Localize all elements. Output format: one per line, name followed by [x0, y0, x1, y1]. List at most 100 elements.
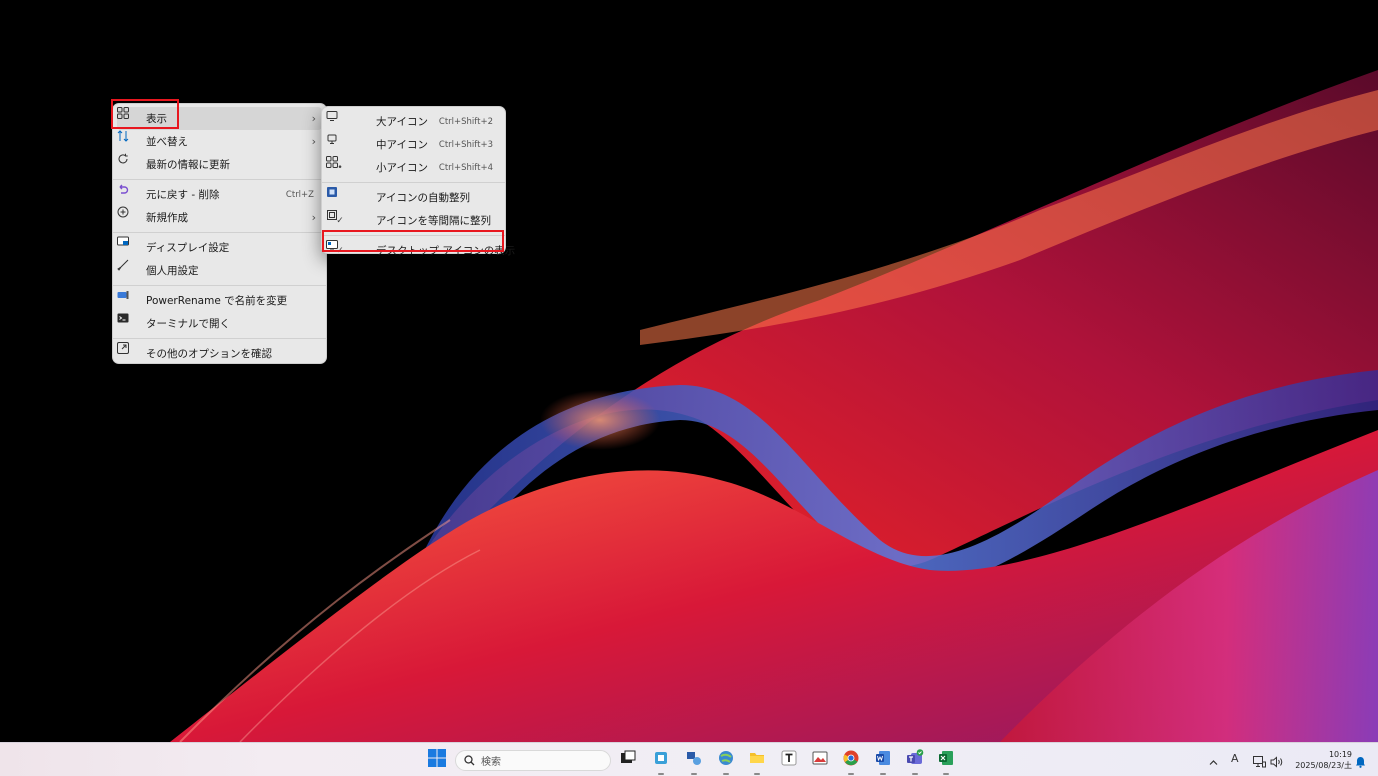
menu-item-undo-delete[interactable]: 元に戻す - 削除 Ctrl+Z [117, 183, 322, 206]
desktop-context-menu: 表示 › 並べ替え › 最新の情報に更新 元に戻す - 削除 Ctrl+Z 新規… [112, 103, 327, 364]
clock-date: 2025/08/23/土 [1295, 761, 1352, 770]
chevron-right-icon: › [311, 135, 316, 148]
menu-item-label: 新規作成 [146, 212, 188, 224]
store-icon [653, 750, 669, 770]
brush-icon [117, 259, 138, 278]
submenu-item-auto-arrange[interactable]: アイコンの自動整列 [326, 186, 501, 209]
chrome-icon [843, 750, 859, 770]
teams-icon [906, 749, 924, 771]
menu-item-more-options[interactable]: その他のオプションを確認 [117, 342, 322, 365]
menu-item-new[interactable]: 新規作成 › [117, 206, 322, 229]
powerrename-icon [117, 291, 138, 308]
undo-icon [119, 184, 138, 202]
submenu-item-label: デスクトップ アイコンの表示 [376, 245, 516, 257]
excel-icon [938, 750, 954, 770]
text-editor-icon [781, 750, 797, 770]
start-button[interactable] [425, 748, 449, 772]
menu-item-refresh[interactable]: 最新の情報に更新 [117, 153, 322, 176]
taskbar-app-task-view[interactable] [616, 748, 640, 772]
search-placeholder: 検索 [481, 757, 501, 768]
chevron-right-icon: › [311, 211, 316, 224]
word-icon [875, 750, 891, 770]
clock-time: 10:19 [1328, 750, 1352, 759]
ime-indicator[interactable]: A [1231, 752, 1239, 765]
submenu-item-shortcut: Ctrl+Shift+3 [438, 139, 493, 150]
taskbar: 検索 A 10:19 2025/08/23/土 [0, 742, 1378, 776]
submenu-item-small-icons[interactable]: • 小アイコン Ctrl+Shift+4 [326, 156, 501, 179]
network-icon[interactable] [1253, 753, 1266, 772]
more-options-icon [117, 342, 138, 361]
taskbar-app-teams[interactable] [903, 748, 927, 775]
menu-item-label: 個人用設定 [146, 265, 199, 277]
taskbar-app-browser-globe[interactable] [714, 748, 738, 775]
menu-item-label: ターミナルで開く [146, 318, 230, 330]
taskbar-clock[interactable]: 10:19 2025/08/23/土 [1292, 749, 1352, 771]
desktop[interactable]: 表示 › 並べ替え › 最新の情報に更新 元に戻す - 削除 Ctrl+Z 新規… [0, 0, 1378, 742]
taskbar-app-photos[interactable] [808, 748, 832, 772]
menu-item-label: その他のオプションを確認 [146, 348, 272, 360]
search-icon [464, 755, 475, 766]
menu-item-label: 並べ替え [146, 136, 188, 148]
menu-item-open-terminal[interactable]: ターミナルで開く [117, 312, 322, 335]
taskbar-app-store[interactable] [649, 748, 673, 775]
menu-item-view[interactable]: 表示 › [117, 107, 322, 130]
task-view-icon [620, 750, 636, 770]
taskbar-app-word[interactable] [871, 748, 895, 775]
taskbar-app-excel[interactable] [934, 748, 958, 775]
grid-icon [117, 107, 138, 126]
running-indicator [658, 773, 664, 775]
taskbar-app-network[interactable] [682, 748, 706, 775]
running-indicator [754, 773, 760, 775]
running-indicator [691, 773, 697, 775]
desktop-icon [326, 240, 368, 258]
chevron-up-icon[interactable] [1208, 753, 1219, 772]
monitor-medium-icon [327, 134, 368, 152]
menu-item-label: 表示 [146, 113, 167, 125]
menu-separator [113, 179, 326, 180]
align-grid-icon [327, 210, 368, 228]
submenu-item-shortcut: Ctrl+Shift+2 [438, 116, 493, 127]
menu-separator [113, 338, 326, 339]
volume-icon[interactable] [1270, 753, 1284, 772]
windows-logo-icon [428, 749, 446, 771]
chevron-right-icon: › [311, 112, 316, 125]
running-indicator [943, 773, 949, 775]
sort-icon [117, 130, 138, 149]
monitor-large-icon [326, 111, 368, 129]
menu-item-sort[interactable]: 並べ替え › [117, 130, 322, 153]
new-icon [117, 206, 138, 225]
menu-item-display-settings[interactable]: ディスプレイ設定 [117, 236, 322, 259]
taskbar-app-file-explorer[interactable] [745, 748, 769, 775]
terminal-icon [117, 313, 138, 331]
submenu-item-show-desktop-icons[interactable]: ✓ デスクトップ アイコンの表示 [326, 239, 515, 262]
menu-item-shortcut: Ctrl+Z [285, 189, 314, 200]
submenu-item-label: 大アイコン [376, 116, 428, 128]
menu-item-powerrename[interactable]: PowerRename で名前を変更 [117, 289, 322, 312]
menu-item-label: 元に戻す - 削除 [146, 189, 220, 201]
menu-item-label: 最新の情報に更新 [146, 159, 230, 171]
menu-separator [322, 235, 505, 236]
submenu-item-large-icons[interactable]: 大アイコン Ctrl+Shift+2 [326, 110, 501, 133]
grid-small-icon [326, 156, 368, 175]
submenu-item-shortcut: Ctrl+Shift+4 [438, 162, 493, 173]
menu-item-label: PowerRename で名前を変更 [146, 295, 288, 307]
submenu-item-medium-icons[interactable]: 中アイコン Ctrl+Shift+3 [326, 133, 501, 156]
submenu-item-align-to-grid[interactable]: ✓ アイコンを等間隔に整列 [326, 209, 501, 232]
submenu-item-label: 中アイコン [376, 139, 428, 151]
running-indicator [723, 773, 729, 775]
view-submenu: 大アイコン Ctrl+Shift+2 中アイコン Ctrl+Shift+3 • … [321, 106, 515, 257]
globe-icon [718, 750, 734, 770]
taskbar-app-chrome[interactable] [839, 748, 863, 775]
taskbar-search-box[interactable]: 検索 [455, 750, 611, 771]
menu-separator [322, 182, 505, 183]
menu-separator [113, 285, 326, 286]
notification-bell-icon[interactable] [1355, 753, 1366, 772]
photos-icon [812, 750, 828, 770]
menu-separator [113, 232, 326, 233]
menu-item-personalize[interactable]: 個人用設定 [117, 259, 322, 282]
submenu-item-label: アイコンの自動整列 [376, 192, 470, 204]
submenu-item-label: アイコンを等間隔に整列 [376, 215, 491, 227]
submenu-item-label: 小アイコン [376, 162, 428, 174]
taskbar-app-text[interactable] [777, 748, 801, 772]
running-indicator [912, 773, 918, 775]
